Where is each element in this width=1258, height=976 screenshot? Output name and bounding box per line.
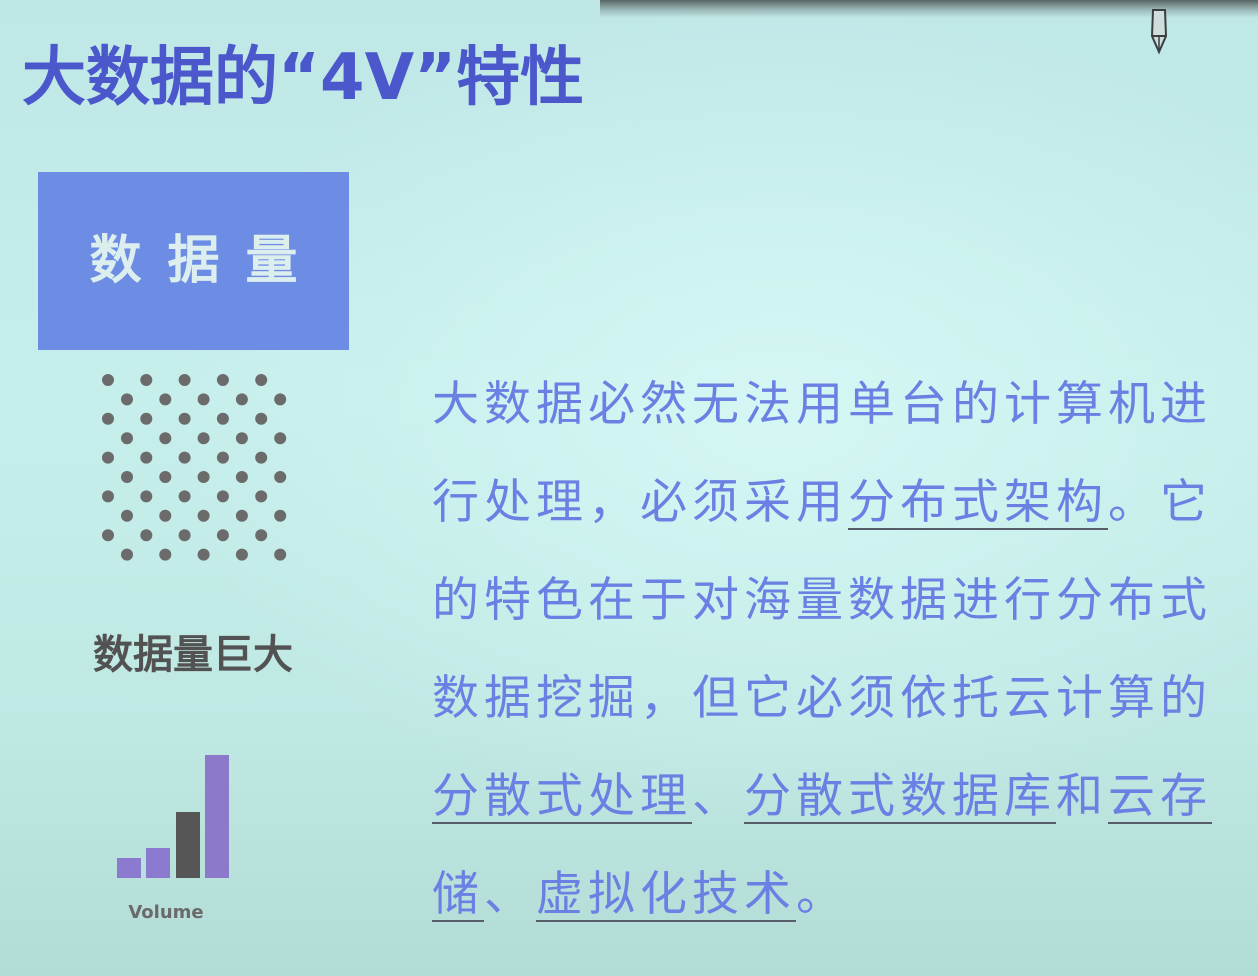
grid-dot <box>235 393 248 406</box>
grid-dot <box>216 451 229 464</box>
grid-dot <box>121 509 133 522</box>
grid-dot <box>121 393 133 406</box>
grid-dot <box>216 490 229 503</box>
grid-dot <box>235 471 248 483</box>
grid-dot <box>140 451 153 464</box>
grid-dot <box>255 529 268 542</box>
grid-dot <box>216 412 229 425</box>
body-text: 、 <box>484 867 536 922</box>
grid-dot <box>274 393 287 406</box>
bar-chart-icon-bar <box>205 755 229 878</box>
grid-dot <box>197 471 210 483</box>
body-text: 。它 <box>1108 475 1212 530</box>
grid-dot <box>159 471 172 483</box>
body-line: 分散式处理、分散式数据库和云存 <box>432 748 1212 846</box>
pen-icon <box>1150 9 1168 55</box>
grid-dot <box>255 490 268 503</box>
grid-dot <box>178 490 191 503</box>
grid-dot <box>197 509 210 522</box>
grid-dot <box>159 548 172 561</box>
grid-dot <box>255 412 268 425</box>
grid-dot <box>197 548 210 561</box>
grid-dot <box>121 548 133 561</box>
grid-dot <box>121 471 133 483</box>
grid-dot <box>159 393 172 406</box>
bar-chart-icon-bar <box>117 858 141 878</box>
underlined-term: 云存 <box>1108 769 1212 824</box>
grid-dot <box>216 374 229 386</box>
body-line: 的特色在于对海量数据进行分布式 <box>432 552 1212 650</box>
grid-dot <box>159 432 172 445</box>
body-line: 行处理，必须采用分布式架构。它 <box>432 454 1212 552</box>
grid-dot <box>102 451 114 464</box>
body-line: 大数据必然无法用单台的计算机进 <box>432 356 1212 454</box>
grid-dot <box>140 490 153 503</box>
grid-dot <box>140 412 153 425</box>
grid-dot <box>274 432 287 445</box>
grid-dot <box>140 529 153 542</box>
grid-dot <box>178 451 191 464</box>
grid-dot <box>102 529 114 542</box>
body-text: 数据挖掘，但它必须依托云计算的 <box>432 671 1212 726</box>
volume-card: 数据量 <box>38 172 349 350</box>
bar-chart-icon <box>110 750 240 878</box>
grid-dot <box>102 374 114 386</box>
underlined-term: 虚拟化技术 <box>536 867 796 922</box>
grid-dot <box>255 451 268 464</box>
body-text: 大数据必然无法用单台的计算机进 <box>432 377 1212 432</box>
grid-dot <box>121 432 133 445</box>
bar-chart-icon-bar <box>176 812 200 878</box>
grid-dot <box>178 529 191 542</box>
grid-dot <box>216 529 229 542</box>
underlined-term: 分散式处理 <box>432 769 692 824</box>
grid-dot <box>255 374 268 386</box>
body-text: 、 <box>692 769 744 824</box>
underlined-term: 分布式架构 <box>848 475 1108 530</box>
grid-dot <box>235 432 248 445</box>
grid-dot <box>140 374 153 386</box>
dot-grid-icon <box>102 374 287 561</box>
grid-dot <box>274 509 287 522</box>
underlined-term: 分散式数据库 <box>744 769 1056 824</box>
slide: 大数据的“4V”特性 数据量 数据量巨大 Volume 大数据必然无法用单台的计… <box>0 0 1258 976</box>
body-text: 的特色在于对海量数据进行分布式 <box>432 573 1212 628</box>
icon-label: Volume <box>128 902 204 923</box>
grid-dot <box>197 432 210 445</box>
grid-dot <box>178 374 191 386</box>
body-text: 和 <box>1056 769 1108 824</box>
grid-dot <box>235 509 248 522</box>
card-caption: 数据量巨大 <box>93 632 293 678</box>
card-label: 数据量 <box>89 231 324 291</box>
underlined-term: 储 <box>432 867 484 922</box>
grid-dot <box>102 412 114 425</box>
grid-dot <box>102 490 114 503</box>
grid-dot <box>197 393 210 406</box>
body-text: 行处理，必须采用 <box>432 475 848 530</box>
bar-chart-icon-bar <box>146 848 170 878</box>
body-text: 。 <box>796 867 848 922</box>
grid-dot <box>235 548 248 561</box>
grid-dot <box>159 509 172 522</box>
body-paragraph: 大数据必然无法用单台的计算机进 行处理，必须采用分布式架构。它 的特色在于对海量数据… <box>432 356 1212 944</box>
body-line: 储、虚拟化技术。 <box>432 846 1212 944</box>
slide-title: 大数据的“4V”特性 <box>22 41 585 115</box>
grid-dot <box>178 412 191 425</box>
grid-dot <box>274 548 287 561</box>
grid-dot <box>274 471 287 483</box>
body-line: 数据挖掘，但它必须依托云计算的 <box>432 650 1212 748</box>
